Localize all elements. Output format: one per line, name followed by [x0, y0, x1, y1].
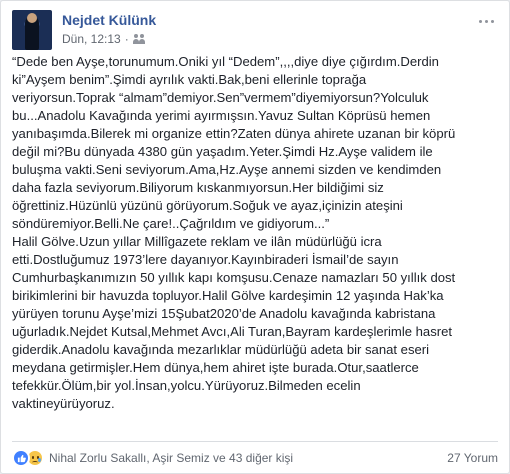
reactions-bar: Nihal Zorlu Sakallı, Aşir Semiz ve 43 di… [12, 448, 498, 468]
post-line: etti.Dostluğumuz 1973’lere dayanıyor.Kay… [12, 252, 399, 267]
friends-icon[interactable] [132, 34, 145, 44]
post-line: “Dede ben Ayşe,torunumum.Oniki yıl “Dede… [12, 54, 439, 69]
avatar-head [27, 13, 37, 23]
post-line: yanıbaşımda.Bilerek mi organize ettin?Za… [12, 126, 456, 141]
post-line: yürüyen torunu Ayşe’mizi 15Şubat2020’de … [12, 306, 436, 321]
post-meta: Dün, 12:13 · [62, 32, 145, 46]
post-line: vaktineyürüyoruz. [12, 396, 115, 411]
reactors-summary[interactable]: Nihal Zorlu Sakallı, Aşir Semiz ve 43 di… [49, 451, 293, 465]
post-timestamp[interactable]: Dün, 12:13 [62, 32, 121, 46]
post-line: değil mi?Bu dünyada 4380 gün yaşadım.Yet… [12, 144, 433, 159]
post-line: uğurladık.Nejdet Kutsal,Mehmet Avcı,Ali … [12, 324, 453, 339]
post-line: bu...Anadolu Kavağında yerimi ayırmışsın… [12, 108, 431, 123]
avatar[interactable] [12, 10, 52, 50]
post-body: “Dede ben Ayşe,torunumum.Oniki yıl “Dede… [12, 53, 502, 413]
post-line: Cumhurbaşkanımızın 50 yıllık kapı komşus… [12, 270, 456, 285]
post-line: buluşma vakti.Seni seviyorum.Ama,Hz.Ayşe… [12, 162, 442, 177]
post-card: Nejdet Külünk Dün, 12:13 · “Dede ben Ayş… [0, 0, 510, 474]
post-line: ki”Ayşem benim”.Şimdi ayrılık vakti.Bak,… [12, 72, 367, 87]
post-line: birikimlerini bir havuzda topluyor.Halil… [12, 288, 444, 303]
post-header: Nejdet Külünk Dün, 12:13 · [12, 10, 498, 52]
post-line: veriyorsun.Toprak “almam”demiyor.Sen”ver… [12, 90, 429, 105]
post-line: Halil Gölve.Uzun yıllar Millîgazete rekl… [12, 234, 382, 249]
post-line: giderdik.Anadolu kavağında mezarlıklar m… [12, 342, 430, 357]
footer-divider [12, 441, 498, 442]
author-name[interactable]: Nejdet Külünk [62, 12, 156, 28]
post-line: daha fazla seviyorum.Biliyorum kıskanmıy… [12, 180, 384, 195]
post-line: tefekkür.Ölüm,bir yol.İnsan,yolcu.Yürüyo… [12, 378, 361, 393]
post-line: meydana getirmişler.Hem dünya,hem ahiret… [12, 360, 419, 375]
meta-separator: · [124, 32, 129, 46]
post-line: öğrettiniz.Hüzünlü yüzünü görüyorum.Soğu… [12, 198, 403, 213]
post-line: söndüremiyor.Belli.Ne çare!..Çağrıldım v… [12, 216, 330, 231]
more-options-icon[interactable] [476, 14, 496, 28]
comments-count[interactable]: 27 Yorum [447, 451, 498, 465]
like-reaction-icon[interactable] [12, 449, 30, 467]
